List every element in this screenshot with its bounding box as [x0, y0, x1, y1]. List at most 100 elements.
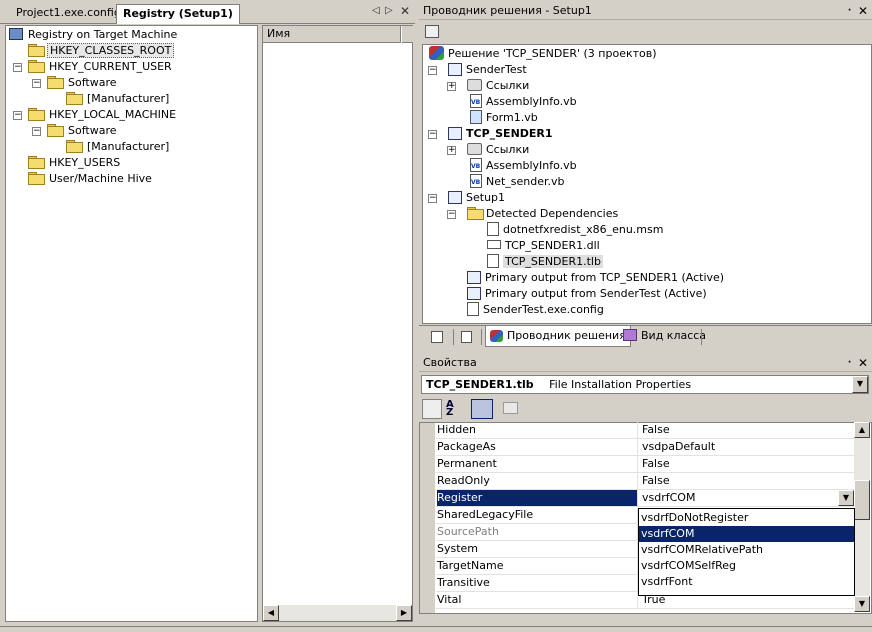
file-node[interactable]: AssemblyInfo.vb — [470, 158, 577, 175]
scroll-right-button[interactable]: ▶ — [396, 605, 412, 621]
tree-root[interactable]: Registry on Target Machine — [9, 27, 179, 43]
tree-item[interactable]: HKEY_LOCAL_MACHINE — [28, 107, 178, 123]
solution-toolbar — [419, 21, 872, 43]
property-row-register[interactable]: Register vsdrfCOM ▼ — [436, 490, 854, 507]
grid-gutter — [420, 423, 435, 613]
dropdown-option[interactable]: vsdrfCOMSelfReg — [639, 558, 854, 574]
collapse-icon[interactable]: − — [428, 194, 437, 203]
tree-item-label: Primary output from SenderTest (Active) — [485, 287, 707, 300]
registry-tree[interactable]: Registry on Target Machine HKEY_CLASSES_… — [5, 25, 258, 622]
chevron-down-icon[interactable]: ▼ — [838, 490, 854, 506]
tree-item[interactable]: HKEY_USERS — [28, 155, 122, 171]
task-list-icon[interactable] — [431, 331, 443, 343]
project-node[interactable]: SenderTest — [448, 62, 527, 78]
folder-icon — [28, 60, 45, 73]
collapse-icon[interactable]: − — [13, 111, 22, 120]
pin-icon[interactable]: ᐩ — [848, 359, 852, 370]
tree-item-label: TCP_SENDER1 — [466, 127, 553, 140]
column-header-name[interactable]: Имя — [263, 26, 401, 43]
property-value[interactable]: False — [642, 422, 670, 438]
property-value[interactable]: vsdrfCOM — [642, 490, 695, 506]
solution-tree[interactable]: Решение 'TCP_SENDER' (3 проектов) − Send… — [422, 44, 872, 324]
scroll-down-button[interactable]: ▼ — [854, 596, 870, 612]
property-grid-scrollbar[interactable]: ▲ ▼ — [854, 422, 870, 612]
categorized-icon[interactable] — [422, 399, 442, 419]
folder-icon — [28, 156, 45, 169]
file-node[interactable]: TCP_SENDER1.tlb — [487, 254, 603, 270]
file-node[interactable]: SenderTest.exe.config — [467, 302, 604, 318]
tree-item[interactable]: Software — [47, 75, 119, 91]
chevron-down-icon[interactable]: ▼ — [852, 376, 868, 393]
close-icon[interactable]: ✕ — [858, 4, 868, 18]
scroll-left-button[interactable]: ◀ — [263, 605, 279, 621]
file-node[interactable]: dotnetfxredist_x86_enu.msm — [487, 222, 663, 238]
tab-label: Вид класса — [641, 329, 707, 342]
scroll-up-button[interactable]: ▲ — [854, 422, 870, 438]
tree-item[interactable]: HKEY_CLASSES_ROOT — [28, 43, 175, 59]
close-icon[interactable]: ✕ — [400, 4, 410, 18]
dropdown-option-selected[interactable]: vsdrfCOM — [639, 526, 854, 542]
references-node[interactable]: Ссылки — [467, 142, 529, 158]
object-selector[interactable]: TCP_SENDER1.tlb File Installation Proper… — [421, 375, 869, 394]
property-row-readonly[interactable]: ReadOnly False — [436, 473, 854, 490]
file-node[interactable]: AssemblyInfo.vb — [470, 94, 577, 111]
project-node[interactable]: TCP_SENDER1 — [448, 126, 553, 142]
pin-icon[interactable]: ᐩ — [848, 7, 852, 18]
folder-node[interactable]: Detected Dependencies — [467, 206, 618, 222]
tab-class-view[interactable]: Вид класса — [619, 326, 710, 347]
property-value[interactable]: vsdpaDefault — [642, 439, 715, 455]
tab-project-config[interactable]: Project1.exe.config — [10, 4, 127, 24]
register-dropdown[interactable]: vsdrfDoNotRegister vsdrfCOM vsdrfCOMRela… — [638, 508, 855, 596]
property-row-permanent[interactable]: Permanent False — [436, 456, 854, 473]
property-value[interactable]: False — [642, 456, 670, 472]
references-node[interactable]: Ссылки — [467, 78, 529, 94]
scroll-thumb[interactable] — [854, 480, 870, 520]
scroll-right-icon[interactable]: ▷ — [385, 5, 393, 16]
tab-solution-explorer[interactable]: Проводник решения — [485, 326, 631, 347]
file-node[interactable]: Form1.vb — [470, 110, 538, 126]
tree-item-label: TCP_SENDER1.tlb — [503, 255, 603, 268]
scroll-left-icon[interactable]: ◁ — [372, 5, 380, 16]
horizontal-scrollbar[interactable]: ◀ ▶ — [263, 605, 412, 621]
dropdown-option[interactable]: vsdrfDoNotRegister — [639, 510, 854, 526]
dropdown-option[interactable]: vsdrfCOMRelativePath — [639, 542, 854, 558]
tree-item[interactable]: User/Machine Hive — [28, 171, 154, 187]
tab-registry[interactable]: Registry (Setup1) — [116, 4, 240, 24]
column-header-extra[interactable] — [402, 26, 413, 43]
tree-item[interactable]: HKEY_CURRENT_USER — [28, 59, 174, 75]
properties-toolbar-icon[interactable] — [425, 25, 439, 38]
tree-item-label: Setup1 — [466, 191, 506, 204]
output-node[interactable]: Primary output from SenderTest (Active) — [467, 286, 707, 302]
collapse-icon[interactable]: − — [32, 79, 41, 88]
output-node[interactable]: Primary output from TCP_SENDER1 (Active) — [467, 270, 724, 286]
registry-values-list[interactable]: Имя ◀ ▶ — [262, 25, 413, 622]
expand-icon[interactable]: + — [447, 82, 456, 91]
tree-item[interactable]: [Manufacturer] — [66, 91, 171, 107]
file-node[interactable]: TCP_SENDER1.dll — [487, 238, 600, 254]
tree-item-label: dotnetfxredist_x86_enu.msm — [503, 223, 664, 236]
collapse-icon[interactable]: − — [32, 127, 41, 136]
property-value[interactable]: False — [642, 473, 670, 489]
output-list-icon[interactable] — [461, 331, 472, 343]
object-type: File Installation Properties — [549, 378, 692, 391]
file-node[interactable]: Net_sender.vb — [470, 174, 565, 191]
property-row-packageas[interactable]: PackageAs vsdpaDefault — [436, 439, 854, 456]
close-icon[interactable]: ✕ — [858, 356, 868, 370]
dropdown-option[interactable]: vsdrfFont — [639, 574, 854, 590]
solution-node[interactable]: Решение 'TCP_SENDER' (3 проектов) — [429, 46, 657, 62]
collapse-icon[interactable]: − — [13, 63, 22, 72]
property-name: Permanent — [437, 456, 638, 472]
property-row-hidden[interactable]: Hidden False — [436, 422, 854, 439]
expand-icon[interactable]: + — [447, 146, 456, 155]
properties-icon[interactable] — [471, 399, 493, 419]
tree-item[interactable]: [Manufacturer] — [66, 139, 171, 155]
collapse-icon[interactable]: − — [428, 66, 437, 75]
collapse-icon[interactable]: − — [428, 130, 437, 139]
collapse-icon[interactable]: − — [447, 210, 456, 219]
alphabetical-icon[interactable]: AZ — [446, 400, 462, 418]
tab-divider — [453, 329, 454, 345]
tree-item[interactable]: Software — [47, 123, 119, 139]
explorer-tabbar: Проводник решения Вид класса — [419, 325, 872, 347]
project-node[interactable]: Setup1 — [448, 190, 505, 206]
property-pages-icon[interactable] — [503, 402, 518, 414]
